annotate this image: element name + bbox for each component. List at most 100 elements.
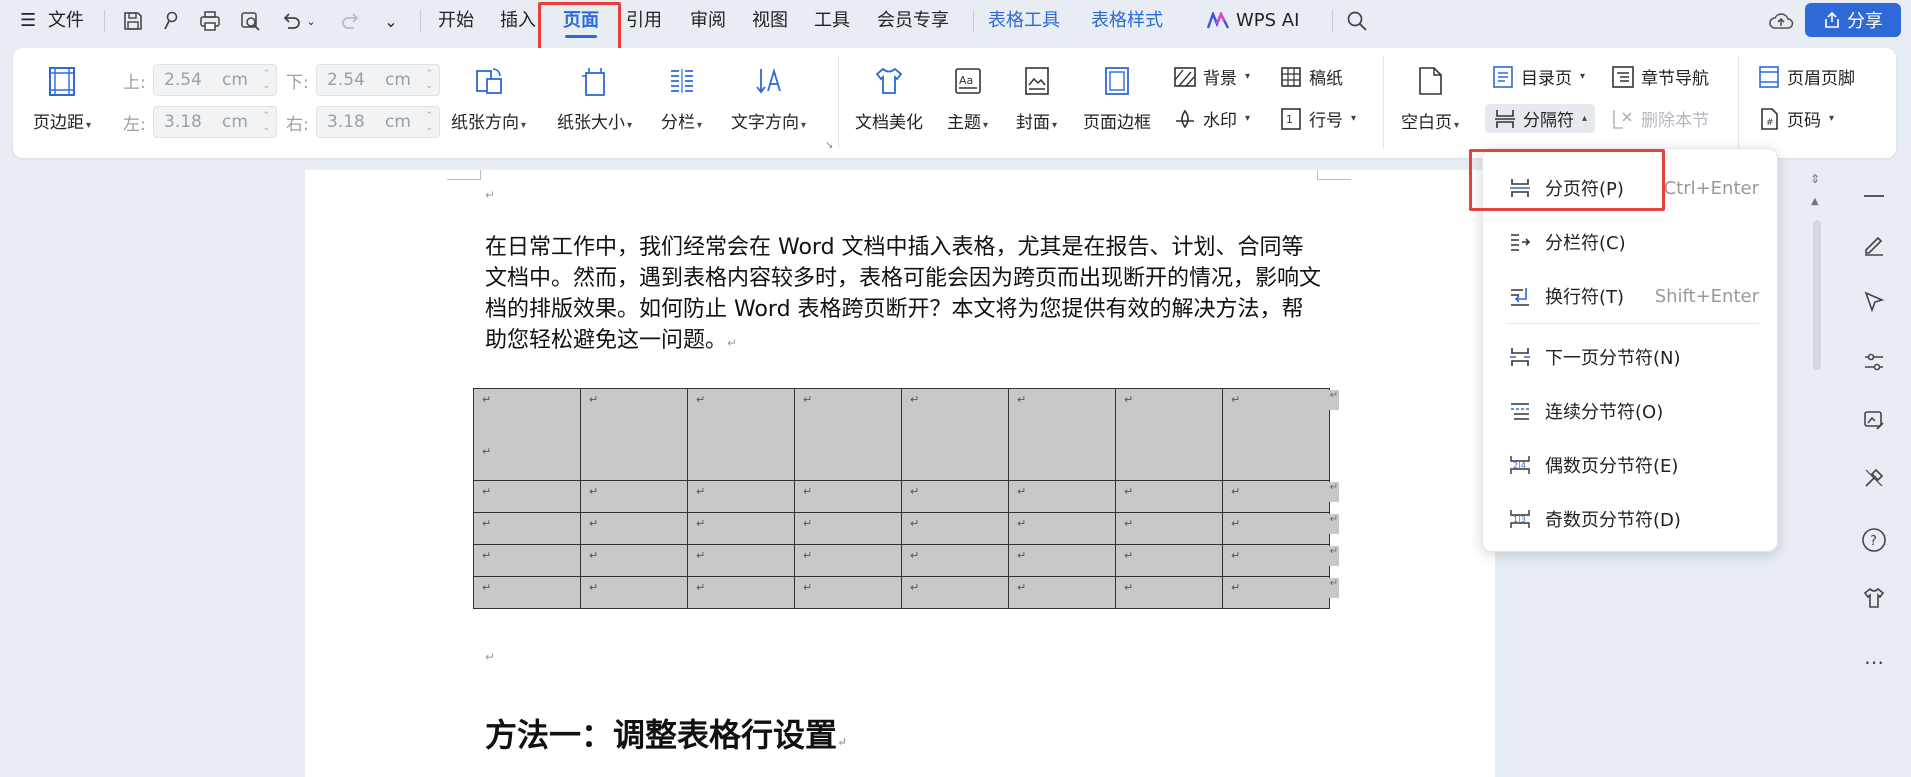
margin-bottom-input[interactable]: 2.54 cm ⌃ ⌄	[316, 64, 440, 96]
format-painter-icon[interactable]	[158, 8, 184, 34]
table-cell[interactable]: ↵	[1008, 512, 1116, 545]
margins-button[interactable]: 页边距 ▾	[33, 64, 91, 133]
toc-page-button[interactable]: 目录页 ▾	[1491, 64, 1585, 89]
table-cell[interactable]: ↵ ↵	[473, 388, 581, 481]
table-cell[interactable]: ↵	[473, 544, 581, 577]
table-cell[interactable]: ↵	[473, 480, 581, 513]
undo-icon[interactable]	[278, 8, 304, 34]
table-cell[interactable]: ↵	[1222, 576, 1330, 609]
table-cell[interactable]: ↵	[901, 388, 1009, 481]
cover-button[interactable]: 封面 ▾	[1016, 64, 1057, 133]
scroll-up-icon[interactable]: ▲	[1811, 196, 1819, 207]
spinner-icon[interactable]: ⌃ ⌄	[262, 110, 270, 134]
tab-review[interactable]: 审阅	[690, 8, 726, 34]
wps-ai-button[interactable]: WPS AI	[1206, 8, 1299, 34]
watermark-button[interactable]: 水印 ▾	[1173, 106, 1250, 131]
table-cell[interactable]: ↵	[473, 576, 581, 609]
table-cell[interactable]: ↵	[901, 576, 1009, 609]
table-cell[interactable]: ↵	[687, 576, 795, 609]
next-page-section-break-item[interactable]: 下一页分节符(N)	[1507, 340, 1759, 374]
page-border-button[interactable]: 页面边框	[1083, 64, 1151, 133]
undo-dropdown-icon[interactable]: ⌄	[303, 8, 319, 34]
table-cell[interactable]: ↵	[580, 544, 688, 577]
more-chevron-icon[interactable]: ⌄	[378, 8, 404, 34]
table-cell[interactable]: ↵	[901, 512, 1009, 545]
cloud-upload-icon[interactable]	[1768, 8, 1794, 34]
margin-bottom-field[interactable]: 下: 2.54 cm ⌃ ⌄	[286, 64, 440, 96]
table-cell[interactable]: ↵	[1008, 576, 1116, 609]
table-cell[interactable]: ↵	[687, 544, 795, 577]
sliders-icon[interactable]	[1858, 346, 1890, 378]
section-heading[interactable]: 方法一：调整表格行设置↵	[485, 710, 847, 756]
table-cell[interactable]: ↵	[1115, 388, 1223, 481]
even-page-section-break-item[interactable]: 2|4 偶数页分节符(E)	[1507, 448, 1759, 482]
delete-section-button[interactable]: 删除本节	[1611, 106, 1709, 131]
table-cell[interactable]: ↵	[580, 480, 688, 513]
tab-insert[interactable]: 插入	[500, 8, 536, 34]
share-button[interactable]: 分享	[1805, 3, 1901, 37]
image-edit-icon[interactable]	[1858, 404, 1890, 436]
help-icon[interactable]: ?	[1858, 524, 1890, 556]
odd-page-section-break-item[interactable]: 1|3 奇数页分节符(D)	[1507, 502, 1759, 536]
theme-button[interactable]: Aa 主题 ▾	[947, 64, 988, 133]
file-menu[interactable]: ☰ 文件	[20, 8, 84, 34]
text-direction-button[interactable]: 文字方向 ▾	[731, 64, 806, 133]
pen-icon[interactable]	[1858, 228, 1890, 260]
table-cell[interactable]: ↵	[1115, 480, 1223, 513]
table-cell[interactable]: ↵	[794, 544, 902, 577]
tab-member[interactable]: 会员专享	[877, 8, 949, 34]
table-cell[interactable]: ↵	[687, 512, 795, 545]
margin-right-input[interactable]: 3.18 cm ⌃ ⌄	[316, 106, 440, 138]
table-cell[interactable]: ↵	[1115, 512, 1223, 545]
tab-view[interactable]: 视图	[752, 8, 788, 34]
vertical-scrollbar[interactable]	[1813, 220, 1821, 370]
table-cell[interactable]: ↵	[1008, 388, 1116, 481]
spinner-icon[interactable]: ⌃ ⌄	[425, 68, 433, 92]
orientation-button[interactable]: 纸张方向 ▾	[451, 64, 526, 133]
search-icon[interactable]	[1344, 8, 1370, 34]
tab-tools[interactable]: 工具	[814, 8, 850, 34]
table-cell[interactable]: ↵	[1115, 544, 1223, 577]
blank-page-button[interactable]: 空白页 ▾	[1401, 64, 1459, 133]
margin-right-field[interactable]: 右: 3.18 cm ⌃ ⌄	[286, 106, 440, 138]
table-cell[interactable]: ↵	[1008, 480, 1116, 513]
table-cell[interactable]: ↵	[794, 512, 902, 545]
tools-icon[interactable]	[1858, 462, 1890, 494]
redo-icon[interactable]	[338, 8, 364, 34]
header-footer-button[interactable]: 页眉页脚	[1757, 64, 1855, 89]
document-page[interactable]: ↵ 在日常工作中，我们经常会在 Word 文档中插入表格，尤其是在报告、计划、合…	[305, 170, 1495, 777]
more-icon[interactable]: ⋯	[1858, 646, 1890, 678]
table-cell[interactable]: ↵	[580, 576, 688, 609]
column-break-item[interactable]: 分栏符(C)	[1507, 225, 1759, 259]
tab-references[interactable]: 引用	[626, 8, 662, 34]
table-cell[interactable]: ↵	[794, 480, 902, 513]
table-cell[interactable]: ↵	[794, 388, 902, 481]
intro-paragraph[interactable]: 在日常工作中，我们经常会在 Word 文档中插入表格，尤其是在报告、计划、合同等…	[485, 232, 1325, 359]
document-table[interactable]: ↵ ↵ ↵ ↵ ↵ ↵ ↵ ↵ ↵ ↵ ↵ ↵ ↵ ↵ ↵ ↵ ↵ ↵ ↵ ↵ ↵ ↵ ↵ ↵ ↵ ↵ ↵ ↵ ↵ ↵ ↵ ↵ ↵ ↵ ↵ ↵…	[473, 388, 1330, 609]
paper-size-button[interactable]: 纸张大小 ▾	[557, 64, 632, 133]
margin-left-input[interactable]: 3.18 cm ⌃ ⌄	[153, 106, 277, 138]
spinner-icon[interactable]: ⌃ ⌄	[262, 68, 270, 92]
margin-top-input[interactable]: 2.54 cm ⌃ ⌄	[153, 64, 277, 96]
tab-table-style[interactable]: 表格样式	[1091, 8, 1163, 34]
continuous-section-break-item[interactable]: 连续分节符(O)	[1507, 394, 1759, 428]
separator-button[interactable]: 分隔符 ▴	[1485, 104, 1596, 133]
print-icon[interactable]	[197, 8, 223, 34]
tab-start[interactable]: 开始	[438, 8, 474, 34]
split-view-icon[interactable]: ⇕	[1810, 172, 1820, 186]
table-cell[interactable]: ↵	[1115, 576, 1223, 609]
table-cell[interactable]: ↵	[580, 512, 688, 545]
collapse-icon[interactable]	[1858, 180, 1890, 212]
print-preview-icon[interactable]	[237, 8, 263, 34]
dialog-launcher-icon[interactable]: ↘	[825, 140, 833, 151]
margin-left-field[interactable]: 左: 3.18 cm ⌃ ⌄	[123, 106, 277, 138]
tab-table-tools[interactable]: 表格工具	[988, 8, 1060, 34]
save-icon[interactable]	[120, 8, 146, 34]
line-break-item[interactable]: 换行符(T) Shift+Enter	[1507, 279, 1759, 313]
table-cell[interactable]: ↵	[901, 544, 1009, 577]
table-cell[interactable]: ↵	[901, 480, 1009, 513]
spinner-icon[interactable]: ⌃ ⌄	[425, 110, 433, 134]
cursor-icon[interactable]	[1858, 286, 1890, 318]
beautify-button[interactable]: 文档美化	[855, 64, 923, 133]
table-cell[interactable]: ↵	[1222, 544, 1330, 577]
